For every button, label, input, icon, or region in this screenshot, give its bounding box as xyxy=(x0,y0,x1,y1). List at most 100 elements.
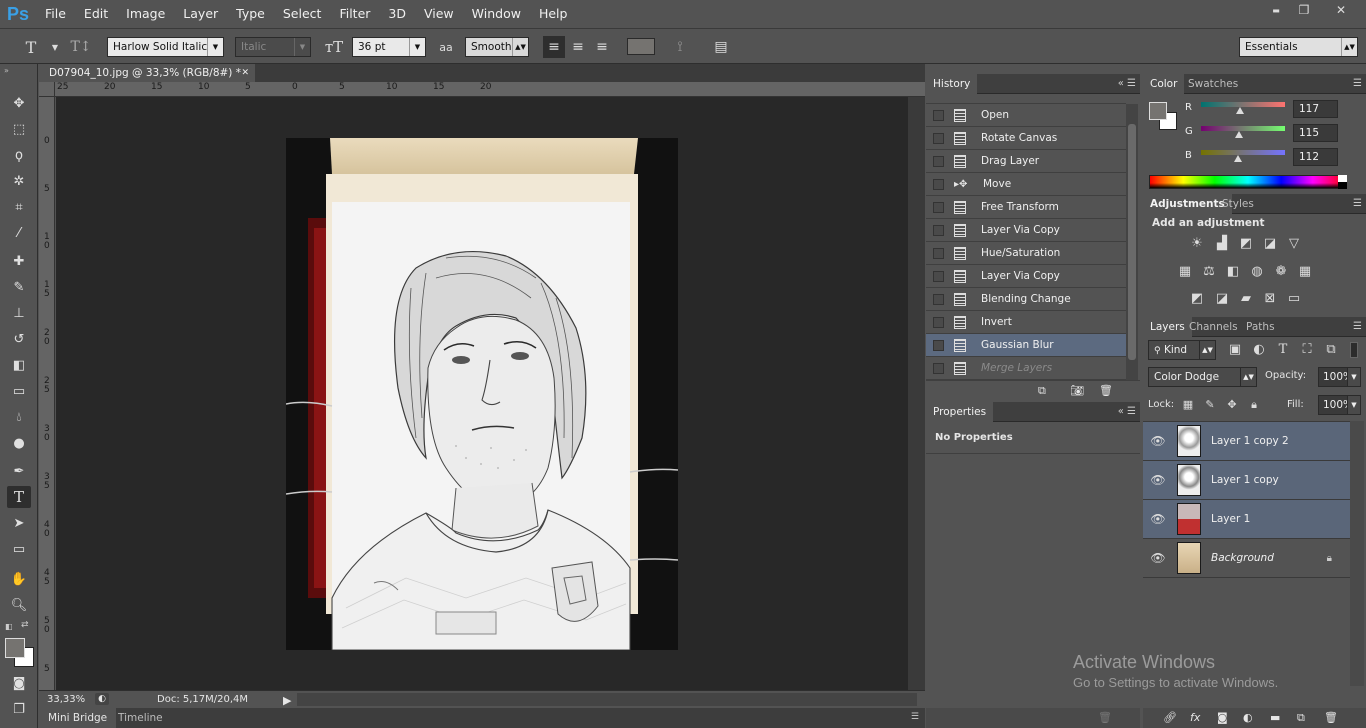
history-item[interactable]: Hue/Saturation xyxy=(926,242,1126,265)
adjustment-layer-icon[interactable]: ◐ xyxy=(1243,711,1253,724)
restore-button[interactable]: ❐ xyxy=(1290,0,1318,20)
exposure-icon[interactable]: ◪ xyxy=(1261,236,1279,252)
tab-timeline[interactable]: Timeline xyxy=(109,708,172,728)
crop-tool-icon[interactable]: ⌗ xyxy=(7,196,31,218)
font-style-select[interactable]: Italic ▼ xyxy=(235,37,311,57)
zoom-level[interactable]: 33,33% xyxy=(47,691,85,708)
history-item[interactable]: Open xyxy=(926,104,1126,127)
foreground-color-swatch[interactable] xyxy=(5,638,25,658)
history-item[interactable]: ▸✥ Move xyxy=(926,173,1126,196)
history-item[interactable]: Merge Layers xyxy=(926,357,1126,380)
text-color-swatch[interactable] xyxy=(627,38,655,55)
panel-menu-icon[interactable]: ☰ xyxy=(1353,321,1362,332)
menu-layer[interactable]: Layer xyxy=(174,0,227,28)
font-family-select[interactable]: Harlow Solid Italic ▼ xyxy=(107,37,224,57)
fill-field[interactable]: 100% ▼ xyxy=(1318,395,1361,415)
history-item[interactable]: Free Transform xyxy=(926,196,1126,219)
levels-icon[interactable]: ▟ xyxy=(1213,236,1231,252)
history-item[interactable]: Gaussian Blur xyxy=(926,334,1126,357)
eyedropper-tool-icon[interactable]: ⁄ xyxy=(7,222,31,244)
pixel-layer-filter-icon[interactable]: ▣ xyxy=(1226,342,1244,358)
layer-name[interactable]: Layer 1 xyxy=(1211,513,1250,525)
slider-thumb[interactable] xyxy=(1235,131,1243,138)
panel-menu-icon[interactable]: ☰ xyxy=(1353,78,1362,89)
workspace-select[interactable]: Essentials ▲▼ xyxy=(1239,37,1358,57)
new-layer-icon[interactable]: ⧉ xyxy=(1297,711,1305,725)
posterize-icon[interactable]: ◪ xyxy=(1213,291,1231,307)
history-source-checkbox[interactable] xyxy=(933,339,944,351)
preset-dropdown-arrow-icon[interactable]: ▼ xyxy=(44,36,66,58)
blur-tool-icon[interactable]: 💧︎ xyxy=(7,406,31,428)
tab-paths[interactable]: Paths xyxy=(1239,317,1282,337)
layer-name[interactable]: Background xyxy=(1211,552,1274,564)
move-tool-icon[interactable]: ✥ xyxy=(7,92,31,114)
screen-mode-icon[interactable]: ❐ xyxy=(7,698,31,720)
ruler-origin[interactable] xyxy=(39,82,55,97)
menu-type[interactable]: Type xyxy=(227,0,274,28)
layer-row[interactable]: 👁︎ Background 🔒︎ xyxy=(1143,539,1350,578)
tab-color[interactable]: Color xyxy=(1143,74,1185,94)
shape-layer-filter-icon[interactable]: ⛶ xyxy=(1298,342,1316,358)
white-swatch[interactable] xyxy=(1338,175,1347,182)
color-lookup-icon[interactable]: ▦ xyxy=(1296,264,1314,280)
history-item[interactable]: Layer Via Copy xyxy=(926,265,1126,288)
rectangle-tool-icon[interactable]: ▭ xyxy=(7,538,31,560)
layer-name[interactable]: Layer 1 copy xyxy=(1211,474,1279,486)
threshold-icon[interactable]: ▰ xyxy=(1237,291,1255,307)
history-source-checkbox[interactable] xyxy=(933,247,944,259)
slider-thumb[interactable] xyxy=(1234,155,1242,162)
slider-thumb[interactable] xyxy=(1236,107,1244,114)
vibrance-icon[interactable]: ▽ xyxy=(1285,236,1303,252)
menu-help[interactable]: Help xyxy=(530,0,577,28)
history-item[interactable]: Rotate Canvas xyxy=(926,127,1126,150)
layer-thumbnail[interactable] xyxy=(1177,464,1201,496)
menu-window[interactable]: Window xyxy=(463,0,530,28)
menu-image[interactable]: Image xyxy=(117,0,174,28)
healing-brush-tool-icon[interactable]: ✚ xyxy=(7,250,31,272)
channel-value-input[interactable]: 115 xyxy=(1293,124,1338,142)
smart-object-filter-icon[interactable]: ⧉ xyxy=(1322,342,1340,358)
link-layers-icon[interactable]: 🔗︎ xyxy=(1163,711,1177,724)
camera-icon[interactable]: 📷︎ xyxy=(1070,384,1084,397)
color-balance-icon[interactable]: ⚖ xyxy=(1200,264,1218,280)
black-swatch[interactable] xyxy=(1338,182,1347,189)
lock-transparent-icon[interactable]: ▦ xyxy=(1179,397,1197,413)
document-tab[interactable]: D07904_10.jpg @ 33,3% (RGB/8#) * ✕ xyxy=(39,64,255,82)
channel-slider[interactable] xyxy=(1201,150,1285,162)
channel-mixer-icon[interactable]: ❁ xyxy=(1272,264,1290,280)
layers-scrollbar[interactable] xyxy=(1350,421,1364,686)
history-source-checkbox[interactable] xyxy=(933,293,944,305)
history-source-checkbox[interactable] xyxy=(933,362,944,374)
layer-name[interactable]: Layer 1 copy 2 xyxy=(1211,435,1289,447)
history-brush-tool-icon[interactable]: ↺ xyxy=(7,328,31,350)
clone-stamp-tool-icon[interactable]: ⊥ xyxy=(7,302,31,324)
lock-image-icon[interactable]: ✎ xyxy=(1201,397,1219,413)
tab-properties[interactable]: Properties xyxy=(926,402,994,422)
trash-icon[interactable]: 🗑︎ xyxy=(1099,384,1113,397)
blend-mode-select[interactable]: Color Dodge ▲▼ xyxy=(1148,367,1257,387)
layer-thumbnail[interactable] xyxy=(1177,503,1201,535)
menu-edit[interactable]: Edit xyxy=(75,0,117,28)
history-source-checkbox[interactable] xyxy=(933,109,944,121)
lock-position-icon[interactable]: ✥ xyxy=(1223,397,1241,413)
minimize-button[interactable]: ▬ xyxy=(1262,0,1290,20)
foreground-color-swatch[interactable] xyxy=(1149,102,1167,120)
history-item[interactable]: Invert xyxy=(926,311,1126,334)
history-scrollbar[interactable] xyxy=(1126,104,1138,380)
tab-history[interactable]: History xyxy=(926,74,978,94)
layer-style-icon[interactable]: fx xyxy=(1190,711,1200,724)
align-left-icon[interactable]: ≡ xyxy=(543,36,565,58)
curves-icon[interactable]: ◩ xyxy=(1237,236,1255,252)
channel-value-input[interactable]: 117 xyxy=(1293,100,1338,118)
warp-text-icon[interactable]: ⟟ xyxy=(669,36,691,58)
collapse-toolbox-icon[interactable]: » xyxy=(4,66,9,75)
visibility-eye-icon[interactable]: 👁︎ xyxy=(1143,473,1173,487)
layer-filter-select[interactable]: ⚲ Kind ▲▼ xyxy=(1148,340,1216,360)
panel-menu-icon[interactable]: ☰ xyxy=(1353,198,1362,209)
selective-color-icon[interactable]: ⊠ xyxy=(1261,291,1279,307)
document-image[interactable] xyxy=(286,138,678,650)
type-tool-preset-icon[interactable]: T xyxy=(20,36,42,58)
panel-menu-icon[interactable]: « ☰ xyxy=(1118,406,1136,417)
new-document-from-state-icon[interactable]: ⧉ xyxy=(1038,384,1046,398)
align-right-icon[interactable]: ≡ xyxy=(591,36,613,58)
